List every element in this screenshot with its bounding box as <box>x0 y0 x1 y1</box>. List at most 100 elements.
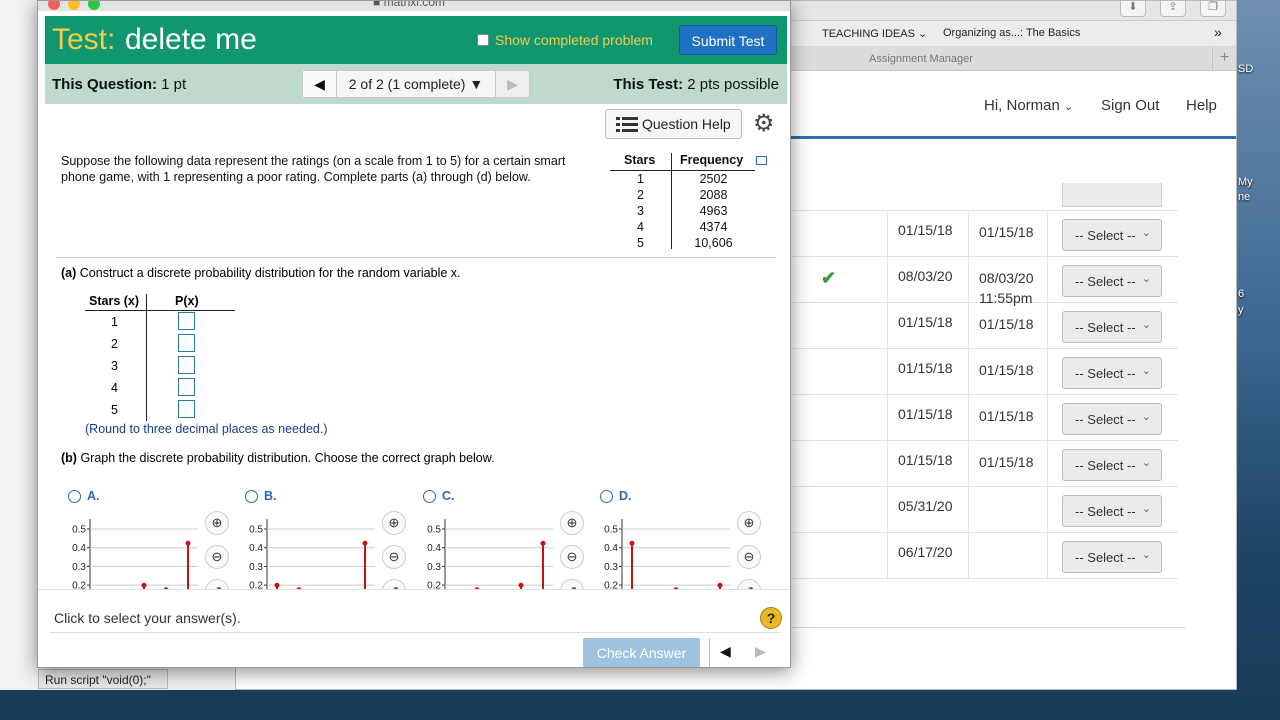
desktop-label: 6 <box>1238 288 1245 300</box>
option-graph: 0.5 0.4 0.3 0.2 <box>427 519 553 589</box>
user-menu[interactable]: Hi, Norman ⌄ <box>984 97 1073 114</box>
y-tick-label: 0.4 <box>427 543 441 554</box>
sign-out-link[interactable]: Sign Out <box>1101 97 1159 114</box>
zoom-in-icon[interactable]: ⊕ <box>382 511 406 535</box>
question-help-button[interactable]: Question Help <box>605 109 742 139</box>
help-link[interactable]: Help <box>1186 97 1217 114</box>
zoom-window-icon[interactable] <box>88 1 100 10</box>
next-question-button[interactable]: ▶ <box>495 71 529 97</box>
previous-question-button[interactable]: ◀ <box>303 71 337 97</box>
start-date: 06/17/20 <box>898 544 953 560</box>
table-row: 01/15/18 01/15/18 -- Select -- ⌄ <box>791 395 1178 441</box>
previous-question-icon[interactable]: ◀ <box>720 643 731 660</box>
chevron-down-icon: ⌄ <box>917 28 928 40</box>
lock-icon: ■ <box>373 0 381 9</box>
y-tick-label: 0.2 <box>427 581 441 589</box>
option-radio[interactable] <box>68 490 81 503</box>
y-tick-label: 0.2 <box>604 581 618 589</box>
question-help-label: Question Help <box>642 116 731 132</box>
answer-option[interactable]: C.⊕⊖↗0.50.40.30.2 <box>423 489 593 603</box>
answer-option[interactable]: D.⊕⊖↗0.50.40.30.2 <box>600 489 770 603</box>
action-select[interactable]: -- Select -- ⌄ <box>1062 219 1162 251</box>
bookmark-teaching-ideas[interactable]: TEACHING IDEAS ⌄ <box>822 27 927 40</box>
y-tick-label: 0.5 <box>604 525 618 536</box>
answer-option[interactable]: B.⊕⊖↗0.50.40.30.2 <box>245 489 415 603</box>
start-date: 01/15/18 <box>898 222 953 238</box>
probability-point <box>185 540 191 546</box>
gear-icon[interactable]: ⚙ <box>753 109 775 138</box>
zoom-out-icon[interactable]: ⊖ <box>560 545 584 569</box>
tab-title: Assignment Manager <box>869 53 973 65</box>
probability-input-5[interactable] <box>178 400 195 418</box>
y-tick-label: 0.3 <box>427 562 441 573</box>
show-completed-label: Show completed problem <box>495 32 653 48</box>
option-radio[interactable] <box>245 490 258 503</box>
zoom-in-icon[interactable]: ⊕ <box>737 511 761 535</box>
show-completed-toggle[interactable]: Show completed problem <box>477 32 653 48</box>
table-row: 01/15/18 01/15/18 -- Select -- ⌄ <box>791 303 1178 349</box>
show-completed-checkbox[interactable] <box>477 34 489 46</box>
zoom-in-icon[interactable]: ⊕ <box>560 511 584 535</box>
triangle-right-icon: ▶ <box>507 76 518 92</box>
table-row: 05/31/20 -- Select -- ⌄ <box>791 487 1178 533</box>
checkmark-icon: ✔ <box>821 268 837 288</box>
frequency-table: Stars Frequency 1 2502 2 2088 3 4963 4 4374 5 10,… <box>610 153 760 253</box>
option-radio[interactable] <box>600 490 613 503</box>
action-select[interactable]: -- Select -- ⌄ <box>1062 495 1162 527</box>
y-tick-label: 0.3 <box>604 562 618 573</box>
action-select[interactable]: -- Select -- ⌄ <box>1062 403 1162 435</box>
probability-input-2[interactable] <box>178 334 195 352</box>
y-tick-label: 0.5 <box>427 525 441 536</box>
popout-icon[interactable] <box>756 156 767 165</box>
bottom-navigator: ◀ ▶ <box>709 638 779 667</box>
y-tick-label: 0.3 <box>249 562 263 573</box>
desktop-label: SD <box>1238 63 1254 75</box>
divider <box>56 257 776 258</box>
probability-input-3[interactable] <box>178 356 195 374</box>
zoom-out-icon[interactable]: ⊖ <box>382 545 406 569</box>
question-select-dropdown[interactable]: 2 of 2 (1 complete) ▼ <box>337 71 495 97</box>
download-icon[interactable]: ⬇ <box>1120 1 1146 17</box>
action-select[interactable]: -- Select -- ⌄ <box>1062 311 1162 343</box>
due-date: 01/15/18 <box>979 454 1034 470</box>
action-select[interactable]: -- Select -- ⌄ <box>1062 541 1162 573</box>
desktop-label: ne <box>1238 191 1251 203</box>
table-header: P(x) <box>175 294 199 308</box>
submit-test-button[interactable]: Submit Test <box>679 25 777 55</box>
probability-input-1[interactable] <box>178 312 195 330</box>
help-icon[interactable]: ? <box>760 607 782 629</box>
zoom-in-icon[interactable]: ⊕ <box>205 511 229 535</box>
action-select[interactable]: -- Select -- ⌄ <box>1062 357 1162 389</box>
problem-intro: Suppose the following data represent the… <box>61 154 566 184</box>
chevron-down-icon: ⌄ <box>1141 411 1151 423</box>
bookmarks-overflow-icon[interactable]: » <box>1214 24 1222 40</box>
chevron-down-icon: ⌄ <box>1141 273 1151 285</box>
zoom-out-icon[interactable]: ⊖ <box>205 545 229 569</box>
y-tick-label: 0.5 <box>249 525 263 536</box>
share-icon[interactable]: ⇪ <box>1160 1 1186 17</box>
probability-input-4[interactable] <box>178 378 195 396</box>
chevron-down-icon: ⌄ <box>1141 319 1151 331</box>
new-tab-icon[interactable]: + <box>1212 47 1236 71</box>
action-select[interactable]: -- Select -- ⌄ <box>1062 265 1162 297</box>
bookmark-organizing[interactable]: Organizing as...: The Basics <box>943 27 1080 39</box>
check-answer-button[interactable]: Check Answer <box>583 638 700 667</box>
question-navigator: ◀ 2 of 2 (1 complete) ▼ ▶ <box>302 70 530 98</box>
option-radio[interactable] <box>423 490 436 503</box>
next-question-icon[interactable]: ▶ <box>755 643 766 660</box>
close-window-icon[interactable] <box>48 1 60 10</box>
option-graph: 0.5 0.4 0.3 0.2 <box>604 519 730 589</box>
table-cell: 10,606 <box>694 236 733 250</box>
chevron-down-icon: ⌄ <box>1141 365 1151 377</box>
answer-option[interactable]: A.⊕⊖↗0.50.40.30.2 <box>68 489 238 603</box>
table-row: 01/15/18 01/15/18 -- Select -- ⌄ <box>791 211 1178 257</box>
minimize-window-icon[interactable] <box>68 1 80 10</box>
zoom-out-icon[interactable]: ⊖ <box>737 545 761 569</box>
table-cell: 4374 <box>699 220 728 234</box>
probability-point <box>717 582 723 588</box>
table-cell: 2 <box>637 188 644 202</box>
tabs-icon[interactable]: ❐ <box>1200 1 1226 17</box>
start-date: 05/31/20 <box>898 498 953 514</box>
action-select[interactable]: -- Select -- ⌄ <box>1062 449 1162 481</box>
option-label: B. <box>264 489 277 503</box>
